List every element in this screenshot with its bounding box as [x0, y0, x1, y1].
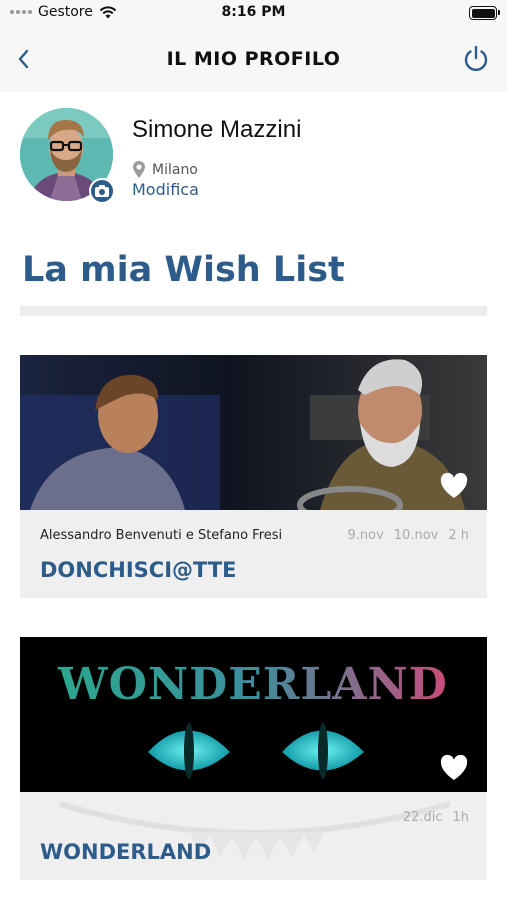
- poster-title: WONDERLAND: [57, 659, 448, 710]
- card-info: 22.dic 1h WONDERLAND: [20, 792, 487, 880]
- teeth-decoration: [59, 801, 451, 860]
- clock: 8:16 PM: [221, 4, 286, 20]
- show-image: [20, 355, 487, 524]
- card-meta: 22.dic 1h: [403, 810, 469, 825]
- battery-icon: [469, 6, 500, 20]
- user-name: Simone Mazzini: [132, 116, 302, 143]
- card-date-from: 9.nov: [347, 528, 384, 543]
- card-date-to: 22.dic: [402, 810, 443, 825]
- show-image: WONDERLAND: [20, 637, 487, 792]
- section-divider: [20, 306, 487, 316]
- location-pin-icon: [133, 161, 145, 178]
- user-location: Milano: [132, 160, 198, 179]
- city-label: Milano: [152, 161, 198, 178]
- change-photo-button[interactable]: [89, 178, 115, 204]
- power-icon: [464, 45, 488, 72]
- wishlist-card[interactable]: WONDERLAND 22.dic 1h WONDERLAND: [20, 637, 487, 880]
- card-date-to: 10.nov: [393, 528, 439, 543]
- card-duration: 1h: [452, 810, 469, 825]
- card-artists: Alessandro Benvenuti e Stefano Fresi: [40, 528, 283, 543]
- favorite-heart-icon[interactable]: [439, 754, 469, 782]
- card-meta: 9.nov 10.nov 2 h: [347, 528, 469, 543]
- logout-button[interactable]: [461, 44, 491, 74]
- card-title[interactable]: DONCHISCI@TTE: [40, 558, 237, 582]
- card-info: Alessandro Benvenuti e Stefano Fresi 9.n…: [20, 510, 487, 598]
- navigation-bar: IL MIO PROFILO: [0, 28, 507, 92]
- camera-icon: [95, 185, 109, 197]
- favorite-heart-icon[interactable]: [439, 472, 469, 500]
- card-duration: 2 h: [448, 528, 469, 543]
- card-title[interactable]: WONDERLAND: [40, 840, 211, 864]
- page-title: IL MIO PROFILO: [166, 48, 341, 70]
- wishlist-title: La mia Wish List: [22, 250, 345, 290]
- edit-profile-link[interactable]: Modifica: [132, 180, 199, 199]
- profile-header: Simone Mazzini Milano Modifica: [0, 92, 507, 222]
- wishlist-card[interactable]: Alessandro Benvenuti e Stefano Fresi 9.n…: [20, 355, 487, 598]
- status-bar: Gestore 8:16 PM: [0, 0, 507, 28]
